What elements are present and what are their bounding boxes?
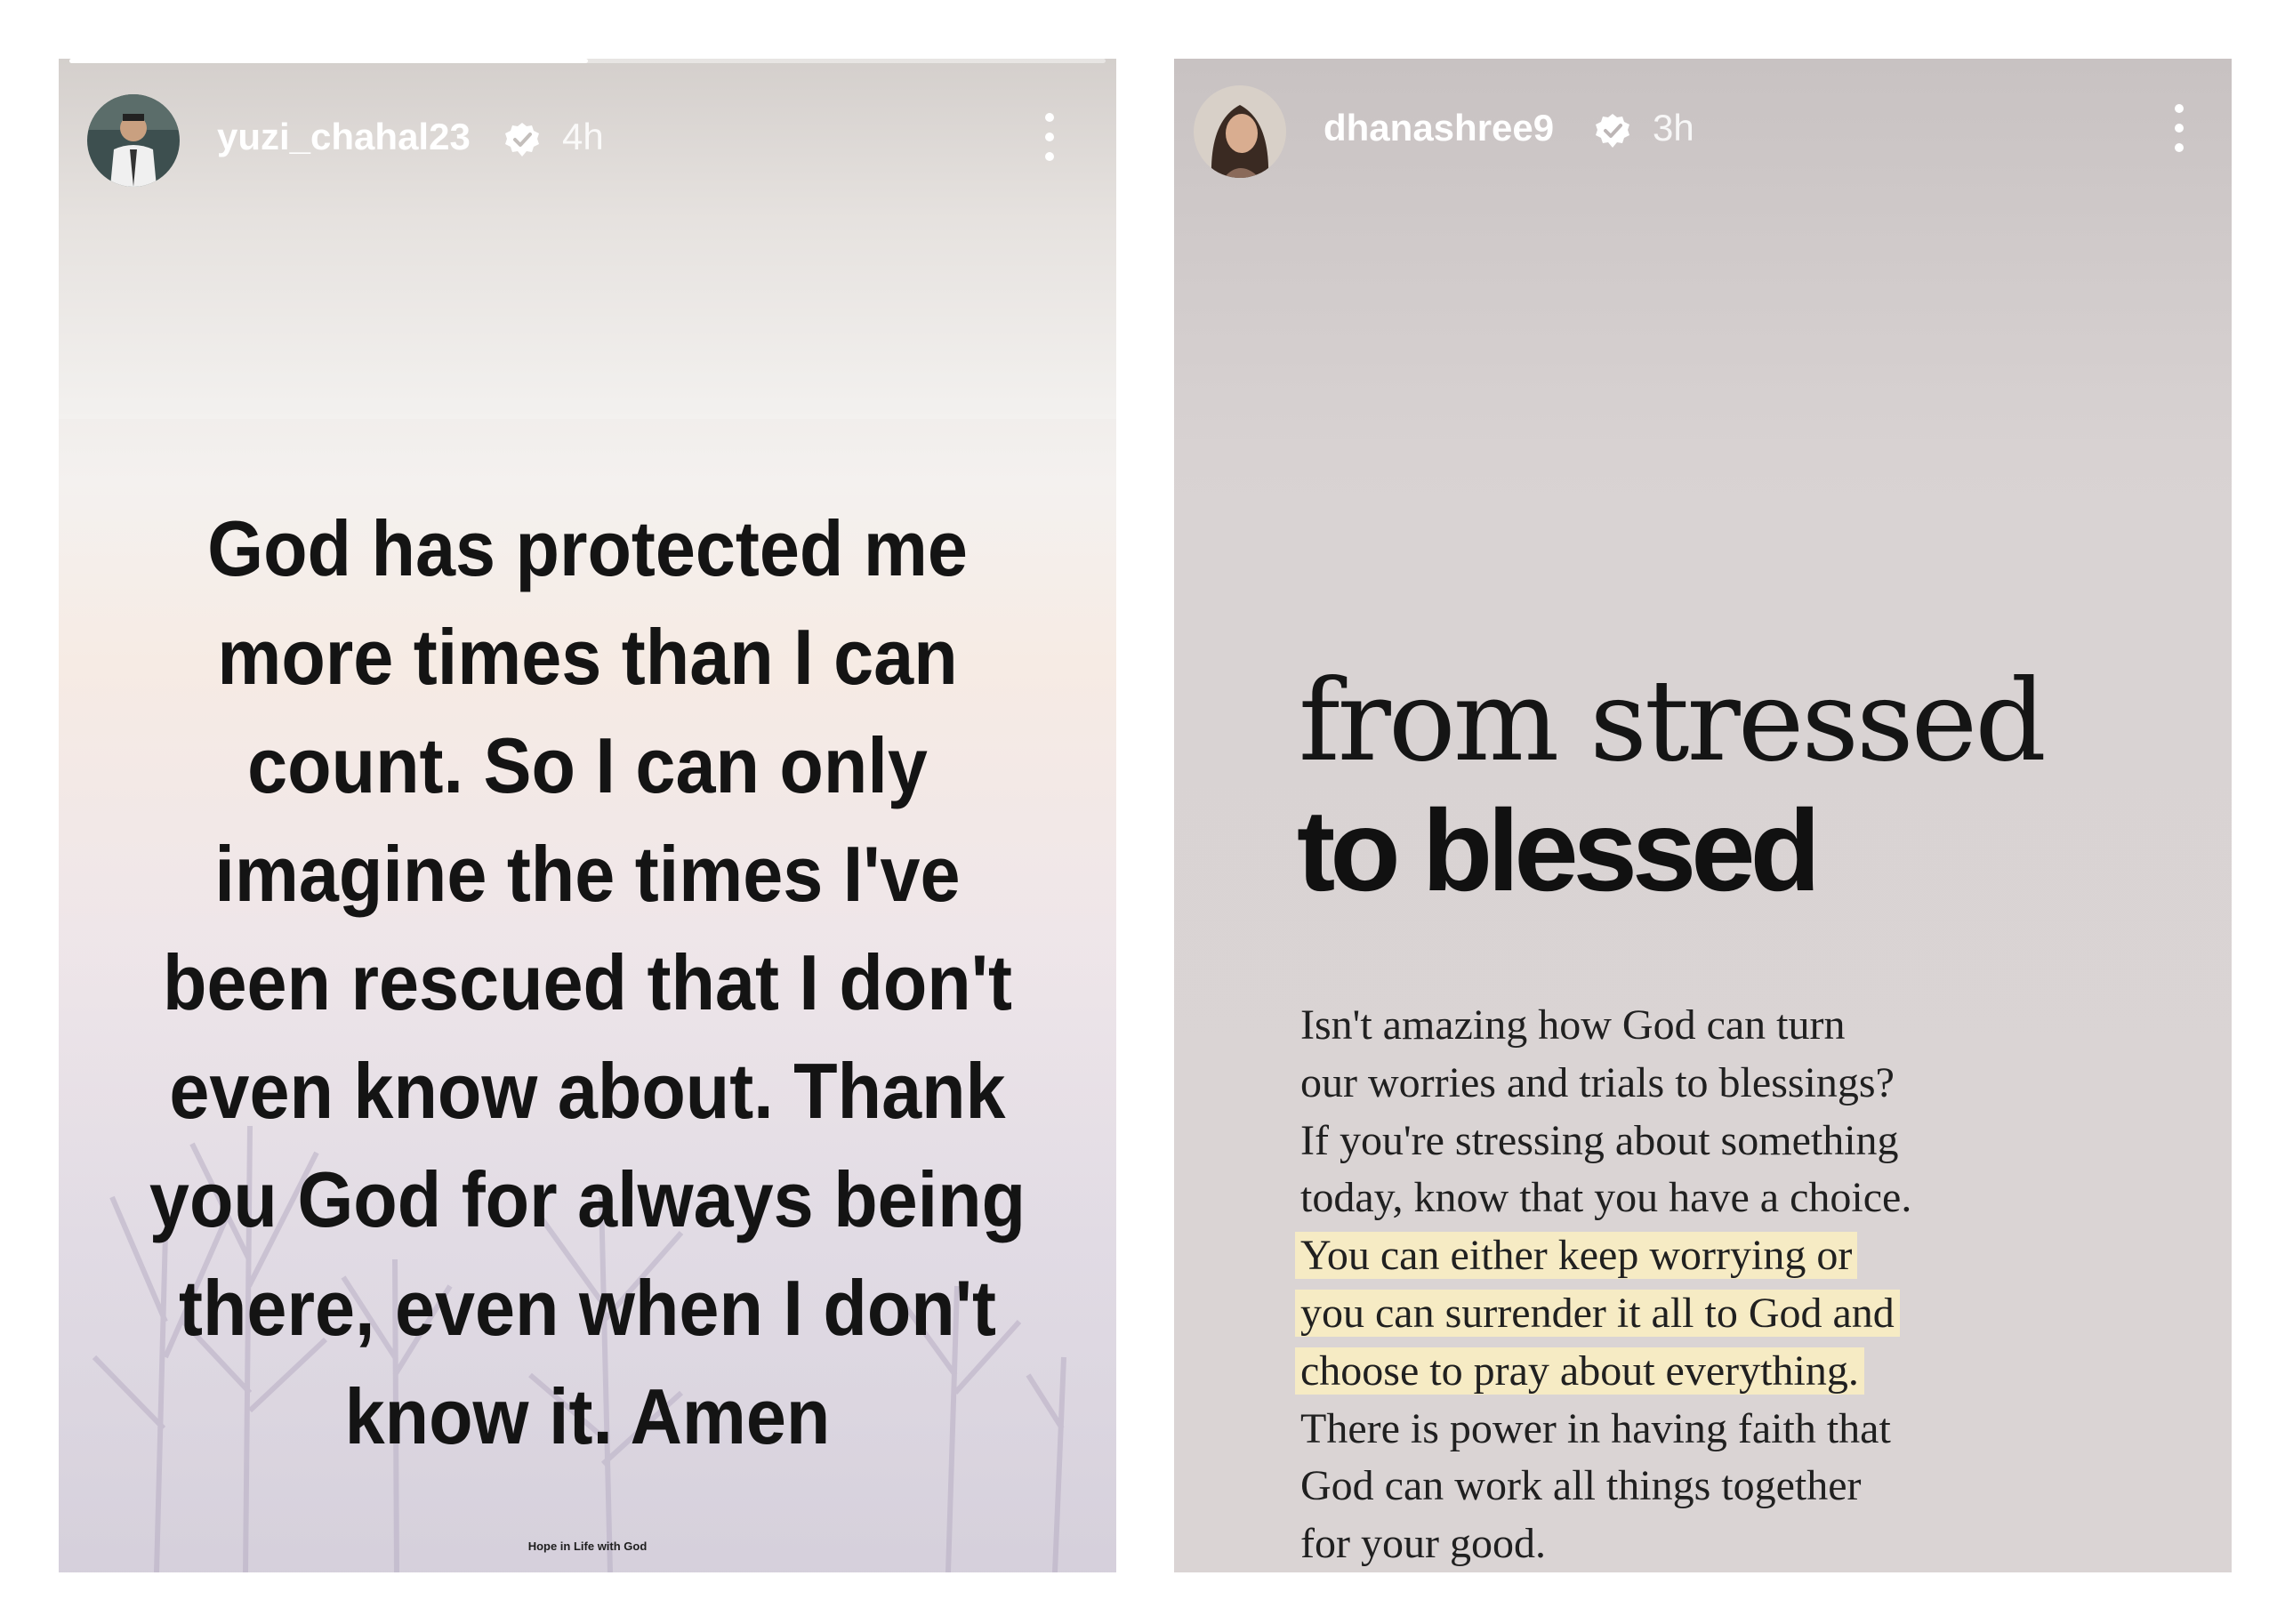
body-line: today, know that you have a choice. (1300, 1170, 2190, 1227)
avatar-photo (1194, 85, 1286, 178)
story-timestamp: 3h (1653, 107, 1694, 149)
quote-line: imagine the times I've (214, 830, 961, 918)
post-title-line1: from stressed (1299, 655, 2047, 786)
quote-line: even know about. Thank (169, 1047, 1006, 1135)
story-dhanashree[interactable]: dhanashree9 3h from stressed to blessed … (1174, 59, 2232, 1572)
body-line-text: God can work all things together (1300, 1462, 1862, 1510)
body-line: choose to pray about everything. (1295, 1343, 2190, 1401)
quote-line: know it. Amen (344, 1372, 831, 1460)
story-progress-fill (69, 59, 588, 63)
story-timestamp: 4h (562, 116, 604, 157)
quote-line: count. So I can only (247, 721, 928, 809)
quote-line: there, even when I don't (179, 1264, 996, 1352)
body-line-text: our worries and trials to blessings? (1300, 1058, 1895, 1106)
body-line: our worries and trials to blessings? (1300, 1055, 2190, 1113)
story-progress-bar (69, 59, 1106, 63)
highlighted-text: you can surrender it all to God and (1295, 1289, 1900, 1337)
verified-badge-icon (1596, 114, 1629, 148)
body-line: God can work all things together (1300, 1458, 2190, 1515)
post-title-line2: to blessed (1297, 785, 1821, 915)
highlighted-text: choose to pray about everything. (1295, 1347, 1864, 1395)
body-line: Isn't amazing how God can turn (1300, 997, 2190, 1055)
story-username[interactable]: yuzi_chahal23 (217, 116, 471, 158)
body-line: If you're stressing about something (1300, 1113, 2190, 1170)
avatar[interactable] (87, 94, 180, 187)
story-username[interactable]: dhanashree9 (1324, 107, 1554, 149)
avatar-photo (87, 94, 180, 187)
quote-line: you God for always being (149, 1155, 1026, 1243)
body-line-text: Isn't amazing how God can turn (1300, 1001, 1846, 1049)
body-line-text: There is power in having faith that (1300, 1404, 1891, 1452)
watermark-text: Hope in Life with God (527, 1540, 648, 1553)
quote-line: been rescued that I don't (163, 938, 1012, 1026)
avatar[interactable] (1194, 85, 1286, 178)
more-options-icon[interactable] (1041, 110, 1058, 164)
quote-line: God has protected me (207, 504, 968, 592)
quote-line: more times than I can (217, 613, 958, 701)
highlighted-text: You can either keep worrying or (1295, 1232, 1858, 1280)
quote-text: God has protected me more times than I c… (133, 494, 1041, 1471)
body-line: You can either keep worrying or (1295, 1227, 2190, 1285)
body-line: for your good. (1300, 1515, 2190, 1572)
body-line-text: today, know that you have a choice. (1300, 1174, 1912, 1222)
more-options-icon[interactable] (2170, 101, 2188, 155)
verified-badge-icon (505, 123, 539, 157)
story-yuzi-chahal[interactable]: yuzi_chahal23 4h God has protected me mo… (59, 59, 1116, 1572)
body-line-text: for your good. (1300, 1520, 1546, 1568)
story-header-background (59, 59, 1116, 419)
body-line: There is power in having faith that (1300, 1401, 2190, 1459)
body-line: you can surrender it all to God and (1295, 1285, 2190, 1343)
body-line-text: If you're stressing about something (1300, 1116, 1899, 1164)
post-body-text: Isn't amazing how God can turn our worrie… (1295, 997, 2190, 1572)
